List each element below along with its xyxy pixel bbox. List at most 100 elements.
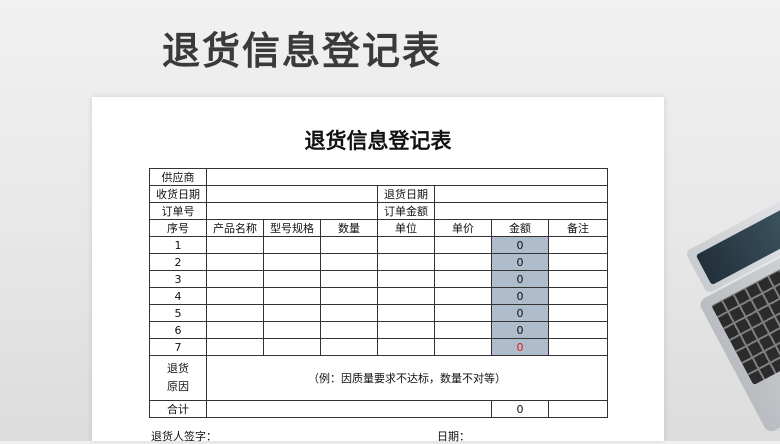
supplier-field[interactable] [205,168,609,186]
row-number: 1 [149,236,207,254]
table-row: 7 0 [149,338,609,356]
model-cell[interactable] [263,270,321,288]
order-amount-field[interactable] [433,202,609,220]
model-cell[interactable] [263,253,321,271]
return-reason-field[interactable]: （例：因质量要求不达标，数量不对等） [205,355,609,401]
table-row: 6 0 [149,321,609,339]
order-no-label: 订单号 [149,202,207,220]
amount-cell: 0 [491,236,549,254]
price-cell[interactable] [434,236,492,254]
amount-cell: 0 [491,270,549,288]
total-spacer [206,400,492,418]
unit-cell[interactable] [377,287,435,305]
return-date-label: 退货日期 [377,185,435,203]
remark-cell[interactable] [547,321,609,339]
row-number: 3 [149,270,207,288]
document-title: 退货信息登记表 [304,129,452,153]
remark-cell[interactable] [547,236,609,254]
model-cell[interactable] [263,236,321,254]
unit-cell[interactable] [377,270,435,288]
price-cell[interactable] [434,287,492,305]
quantity-cell[interactable] [320,270,378,288]
col-header-no: 序号 [149,219,207,237]
col-header-price: 单价 [434,219,492,237]
return-reason-label: 退货 原因 [149,355,207,401]
row-number: 7 [149,338,207,356]
amount-cell: 0 [491,304,549,322]
quantity-cell[interactable] [320,253,378,271]
row-number: 2 [149,253,207,271]
model-cell[interactable] [263,304,321,322]
return-reason-label-line2: 原因 [167,380,189,393]
price-cell[interactable] [434,253,492,271]
price-cell[interactable] [434,304,492,322]
unit-cell[interactable] [377,253,435,271]
model-cell[interactable] [263,338,321,356]
product-cell[interactable] [206,287,264,305]
receive-date-field[interactable] [206,185,378,203]
document-sheet: 退货信息登记表 供应商 收货日期 退货日期 订单号 订单金额 序号 产品名称 型… [92,97,664,443]
col-header-unit: 单位 [377,219,435,237]
remark-cell[interactable] [547,338,609,356]
total-remark [547,400,609,418]
quantity-cell[interactable] [320,304,378,322]
product-cell[interactable] [206,304,264,322]
unit-cell[interactable] [377,321,435,339]
return-form-table: 供应商 收货日期 退货日期 订单号 订单金额 序号 产品名称 型号规格 数量 单… [149,168,609,418]
model-cell[interactable] [263,321,321,339]
price-cell[interactable] [434,321,492,339]
return-reason-hint: （例：因质量要求不达标，数量不对等） [308,372,507,385]
product-cell[interactable] [206,338,264,356]
order-row: 订单号 订单金额 [149,202,609,220]
col-header-model: 型号规格 [263,219,321,237]
page-headline: 退货信息登记表 [162,28,443,73]
col-header-product: 产品名称 [206,219,264,237]
date-row: 收货日期 退货日期 [149,185,609,203]
return-reason-row: 退货 原因 （例：因质量要求不达标，数量不对等） [149,355,609,401]
price-cell[interactable] [434,270,492,288]
row-number: 6 [149,321,207,339]
price-cell[interactable] [434,338,492,356]
amount-cell: 0 [491,253,549,271]
row-number: 4 [149,287,207,305]
product-cell[interactable] [206,236,264,254]
supplier-label: 供应商 [149,168,207,186]
unit-cell[interactable] [377,304,435,322]
col-header-remark: 备注 [547,219,609,237]
quantity-cell[interactable] [320,321,378,339]
supplier-row: 供应商 [149,168,609,186]
remark-cell[interactable] [547,270,609,288]
laptop-image [664,172,780,435]
return-date-field[interactable] [433,185,609,203]
quantity-cell[interactable] [320,236,378,254]
amount-cell: 0 [491,321,549,339]
product-cell[interactable] [206,270,264,288]
column-header-row: 序号 产品名称 型号规格 数量 单位 单价 金额 备注 [149,219,609,237]
row-number: 5 [149,304,207,322]
col-header-amount: 金额 [491,219,549,237]
total-label: 合计 [149,400,207,418]
receive-date-label: 收货日期 [149,185,207,203]
table-row: 2 0 [149,253,609,271]
unit-cell[interactable] [377,236,435,254]
unit-cell[interactable] [377,338,435,356]
product-cell[interactable] [206,253,264,271]
col-header-quantity: 数量 [320,219,378,237]
total-amount: 0 [491,400,549,418]
table-row: 4 0 [149,287,609,305]
remark-cell[interactable] [547,287,609,305]
remark-cell[interactable] [547,304,609,322]
model-cell[interactable] [263,287,321,305]
quantity-cell[interactable] [320,338,378,356]
product-cell[interactable] [206,321,264,339]
return-reason-label-line1: 退货 [167,362,189,375]
order-no-field[interactable] [206,202,378,220]
signature-label: 退货人签字： [151,430,217,443]
amount-cell: 0 [491,338,549,356]
quantity-cell[interactable] [320,287,378,305]
table-row: 3 0 [149,270,609,288]
total-row: 合计 0 [149,400,609,418]
date-label: 日期： [437,430,470,443]
order-amount-label: 订单金额 [377,202,435,220]
remark-cell[interactable] [547,253,609,271]
